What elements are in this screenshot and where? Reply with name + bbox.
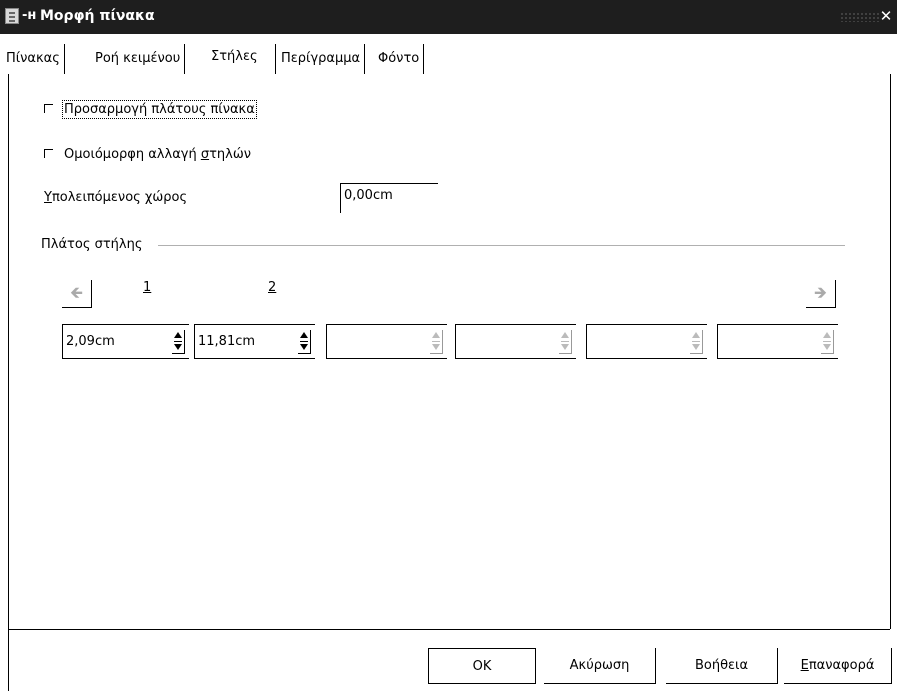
section-divider xyxy=(158,245,845,246)
remaining-space-field[interactable]: 0,00cm xyxy=(340,183,438,213)
tab-columns[interactable]: Στήλες xyxy=(207,46,262,68)
document-icon xyxy=(5,8,19,24)
tab-text-flow[interactable]: Ροή κειμένου xyxy=(91,44,186,74)
column-width-spin-4[interactable] xyxy=(455,324,576,359)
spin-buttons[interactable] xyxy=(690,330,703,354)
tab-background[interactable]: Φόντο xyxy=(374,44,425,74)
column-width-section-title: Πλάτος στήλης xyxy=(41,237,143,252)
column-width-spin-1[interactable]: 2,09cm xyxy=(62,324,189,359)
reset-button[interactable]: Επαναφορά xyxy=(784,648,892,684)
spin-up-icon xyxy=(432,332,440,338)
window-menu-icon[interactable]: -ʜ xyxy=(22,8,36,23)
cancel-button[interactable]: Ακύρωση xyxy=(544,648,656,684)
adjust-columns-option[interactable]: Ομοιόμορφη αλλαγή στηλών xyxy=(44,145,251,165)
spin-buttons[interactable] xyxy=(559,330,572,354)
column-number-1: 1 xyxy=(143,280,152,295)
close-icon[interactable]: ✕ xyxy=(877,7,895,25)
tab-borders[interactable]: Περίγραμμα xyxy=(277,44,366,74)
spin-up-icon xyxy=(561,332,569,338)
column-width-spin-3[interactable] xyxy=(326,324,447,359)
column-width-spin-5[interactable] xyxy=(586,324,707,359)
column-number-2: 2 xyxy=(268,280,277,295)
adapt-width-label: Προσαρμογή πλάτους πίνακα xyxy=(62,100,257,119)
spin-down-icon xyxy=(300,344,308,350)
spin-up-icon xyxy=(300,332,308,338)
spin-up-icon xyxy=(692,332,700,338)
column-width-spin-6[interactable] xyxy=(717,324,838,359)
spin-down-icon xyxy=(561,344,569,350)
spin-buttons[interactable] xyxy=(821,330,834,354)
spin-up-icon xyxy=(174,332,182,338)
help-button[interactable]: Βοήθεια xyxy=(666,648,778,684)
column-width-value: 2,09cm xyxy=(66,334,115,349)
spin-buttons[interactable] xyxy=(298,330,311,354)
window-title: Μορφή πίνακα xyxy=(40,8,155,24)
adjust-columns-checkbox[interactable] xyxy=(44,149,53,158)
spin-down-icon xyxy=(174,344,182,350)
spin-down-icon xyxy=(692,344,700,350)
adapt-width-option[interactable]: Προσαρμογή πλάτους πίνακα xyxy=(44,100,257,120)
adapt-width-checkbox[interactable] xyxy=(44,104,53,113)
arrow-right-icon: 🡺 xyxy=(814,283,827,302)
spin-down-icon xyxy=(823,344,831,350)
spin-down-icon xyxy=(432,344,440,350)
ok-button[interactable]: OK xyxy=(428,648,536,684)
tab-table[interactable]: Πίνακας xyxy=(2,44,65,74)
active-tab-left-edge xyxy=(275,44,276,74)
adjust-columns-label: Ομοιόμορφη αλλαγή στηλών xyxy=(64,147,251,162)
scroll-left-button[interactable]: 🡸 xyxy=(62,280,92,308)
spin-buttons[interactable] xyxy=(430,330,443,354)
frame-left xyxy=(8,74,9,691)
spin-up-icon xyxy=(823,332,831,338)
column-width-value: 11,81cm xyxy=(198,334,256,349)
arrow-left-icon: 🡸 xyxy=(70,283,83,302)
remaining-space-label: Υπολειπόμενος χώρος xyxy=(44,190,188,205)
spin-buttons[interactable] xyxy=(172,330,185,354)
column-width-spin-2[interactable]: 11,81cm xyxy=(194,324,315,359)
frame-right xyxy=(890,74,891,629)
button-area-divider xyxy=(8,629,890,630)
scroll-right-button[interactable]: 🡺 xyxy=(806,280,836,308)
tab-baseline xyxy=(91,74,92,75)
grip-icon xyxy=(840,12,880,22)
